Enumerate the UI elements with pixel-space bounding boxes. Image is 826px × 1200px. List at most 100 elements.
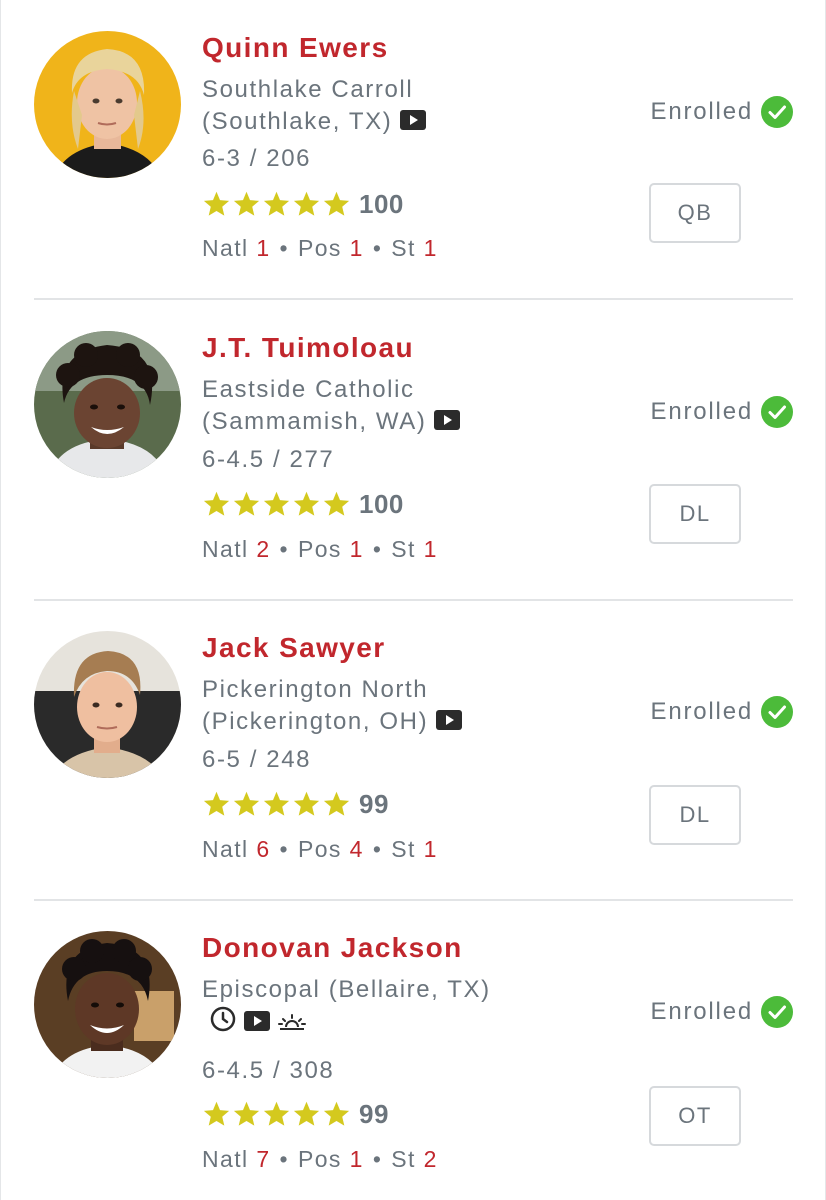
natl-label: Natl (202, 235, 249, 261)
check-circle-icon (761, 396, 793, 428)
recruit-school: Eastside Catholic (Sammamish, WA) (202, 374, 522, 439)
recruit-school: Episcopal (Bellaire, TX) (202, 974, 522, 1041)
star-icon (233, 791, 260, 816)
video-icon[interactable] (244, 1008, 270, 1040)
recruit-row[interactable]: J.T. Tuimoloau Eastside Catholic (Sammam… (34, 300, 793, 600)
pos-label: Pos (297, 536, 342, 562)
natl-label: Natl (202, 1146, 249, 1172)
pos-rank[interactable]: 1 (350, 536, 364, 562)
star-icon (323, 1101, 350, 1126)
recruit-row[interactable]: Quinn Ewers Southlake Carroll (Southlake… (34, 0, 793, 300)
star-icon (323, 191, 350, 216)
st-rank[interactable]: 1 (424, 536, 438, 562)
height-weight: 6-5 / 248 (202, 746, 312, 773)
star-icon (263, 491, 290, 516)
avatar[interactable] (34, 931, 181, 1078)
height-weight: 6-4.5 / 277 (202, 446, 335, 473)
star-icon (203, 791, 230, 816)
check-circle-icon (761, 996, 793, 1028)
star-icon (203, 191, 230, 216)
enrollment-status: Enrolled (651, 96, 793, 128)
stars (202, 1100, 351, 1128)
pos-label: Pos (297, 235, 342, 261)
rankings: Natl 2 • Pos 1 • St 1 (202, 536, 438, 562)
school-text: Pickerington North (Pickerington, OH) (202, 676, 429, 735)
star-icon (293, 1101, 320, 1126)
check-circle-icon (761, 96, 793, 128)
enrollment-status: Enrolled (651, 996, 793, 1028)
natl-label: Natl (202, 836, 249, 862)
school-text: Episcopal (Bellaire, TX) (202, 976, 491, 1003)
recruit-name[interactable]: Jack Sawyer (202, 632, 386, 664)
stars (202, 790, 351, 818)
position-button[interactable]: DL (649, 484, 741, 544)
stars (202, 490, 351, 518)
video-icon[interactable] (434, 407, 461, 439)
position-button[interactable]: QB (649, 183, 741, 243)
star-icon (203, 491, 230, 516)
frame-border-left (0, 0, 1, 1200)
st-rank[interactable]: 1 (424, 836, 438, 862)
avatar[interactable] (34, 331, 181, 478)
star-rating: 99 (202, 789, 389, 819)
recruit-name[interactable]: Quinn Ewers (202, 32, 389, 64)
star-icon (293, 191, 320, 216)
st-rank[interactable]: 2 (424, 1146, 438, 1172)
rankings: Natl 1 • Pos 1 • St 1 (202, 235, 438, 261)
star-rating: 100 (202, 189, 404, 219)
pos-rank[interactable]: 4 (350, 836, 364, 862)
recruit-school: Pickerington North (Pickerington, OH) (202, 674, 522, 739)
pos-label: Pos (297, 836, 342, 862)
enrollment-status: Enrolled (651, 696, 793, 728)
recruit-row[interactable]: Donovan Jackson Episcopal (Bellaire, TX)… (34, 900, 793, 1200)
star-icon (233, 1101, 260, 1126)
recruit-row[interactable]: Jack Sawyer Pickerington North (Pickerin… (34, 600, 793, 900)
natl-rank[interactable]: 6 (256, 836, 270, 862)
st-label: St (391, 836, 416, 862)
st-label: St (391, 1146, 416, 1172)
height-weight: 6-3 / 206 (202, 145, 312, 172)
check-circle-icon (761, 696, 793, 728)
rankings: Natl 7 • Pos 1 • St 2 (202, 1146, 438, 1172)
recruit-name[interactable]: Donovan Jackson (202, 932, 463, 964)
natl-rank[interactable]: 7 (256, 1146, 270, 1172)
status-text: Enrolled (650, 698, 753, 725)
recruit-name[interactable]: J.T. Tuimoloau (202, 332, 414, 364)
st-rank[interactable]: 1 (424, 235, 438, 261)
star-rating: 100 (202, 489, 404, 519)
video-icon[interactable] (436, 707, 463, 739)
pos-label: Pos (297, 1146, 342, 1172)
natl-rank[interactable]: 2 (256, 536, 270, 562)
star-icon (263, 191, 290, 216)
status-text: Enrolled (650, 998, 753, 1025)
natl-rank[interactable]: 1 (256, 235, 270, 261)
star-icon (233, 491, 260, 516)
recruit-school: Southlake Carroll (Southlake, TX) (202, 74, 522, 139)
rating-score: 99 (359, 1098, 389, 1129)
star-icon (233, 191, 260, 216)
rating-score: 100 (359, 188, 404, 219)
star-icon (293, 491, 320, 516)
st-label: St (391, 536, 416, 562)
stars (202, 190, 351, 218)
clock-icon[interactable] (210, 1006, 236, 1041)
st-label: St (391, 235, 416, 261)
star-icon (263, 1101, 290, 1126)
star-icon (323, 791, 350, 816)
position-button[interactable]: OT (649, 1086, 741, 1146)
video-icon[interactable] (400, 107, 427, 139)
position-button[interactable]: DL (649, 785, 741, 845)
star-icon (203, 1101, 230, 1126)
pos-rank[interactable]: 1 (350, 1146, 364, 1172)
status-text: Enrolled (650, 398, 753, 425)
status-text: Enrolled (650, 98, 753, 125)
avatar[interactable] (34, 31, 181, 178)
pos-rank[interactable]: 1 (350, 235, 364, 261)
star-icon (263, 791, 290, 816)
height-weight: 6-4.5 / 308 (202, 1057, 335, 1084)
rating-score: 100 (359, 488, 404, 519)
avatar[interactable] (34, 631, 181, 778)
school-text: Southlake Carroll (Southlake, TX) (202, 76, 414, 135)
star-rating: 99 (202, 1099, 389, 1129)
sunrise-icon[interactable] (278, 1008, 306, 1040)
